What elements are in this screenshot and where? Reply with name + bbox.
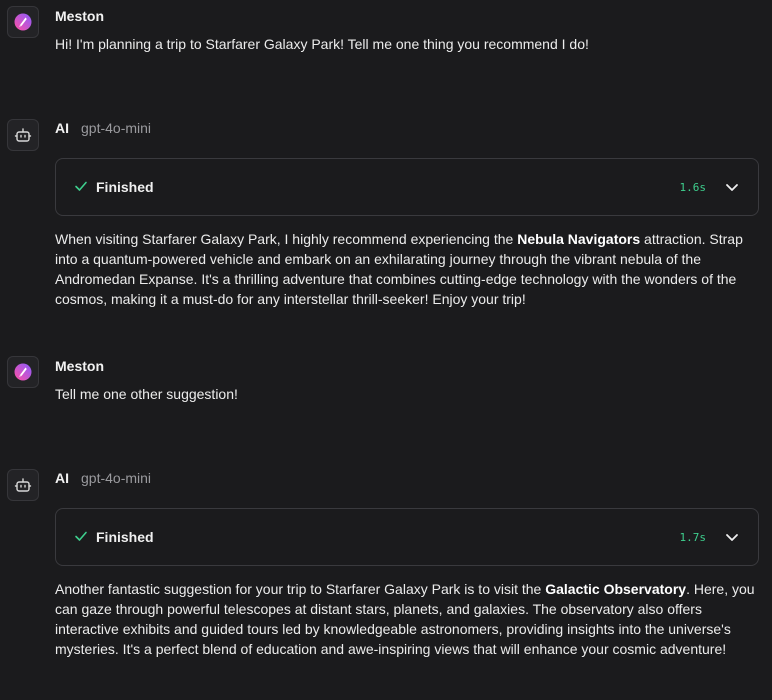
check-icon [75, 181, 87, 191]
message-text: When visiting Starfarer Galaxy Park, I h… [55, 229, 755, 309]
robot-icon [14, 128, 32, 142]
rocket-gradient-icon [14, 363, 32, 381]
model-name: gpt-4o-mini [81, 470, 152, 486]
status-card[interactable]: Finished 1.7s [55, 508, 759, 566]
chat-thread: Meston Hi! I'm planning a trip to Starfa… [0, 0, 772, 700]
sender-name: AI [55, 120, 69, 136]
message-text-part: Another fantastic suggestion for your tr… [55, 581, 546, 597]
message-text: Hi! I'm planning a trip to Starfarer Gal… [55, 36, 589, 52]
ai-avatar [7, 119, 39, 151]
user-avatar [7, 6, 39, 38]
robot-icon [14, 478, 32, 492]
status-label: Finished [96, 529, 154, 545]
message-text: Tell me one other suggestion! [55, 386, 238, 402]
status-card[interactable]: Finished 1.6s [55, 158, 759, 216]
sender-name: Meston [55, 358, 104, 374]
highlight-text: Galactic Observatory [545, 581, 687, 597]
user-avatar [7, 356, 39, 388]
ai-avatar [7, 469, 39, 501]
check-icon [75, 531, 87, 541]
status-label: Finished [96, 179, 154, 195]
chevron-down-icon[interactable] [724, 529, 740, 545]
chevron-down-icon[interactable] [724, 179, 740, 195]
message-text-part: When visiting Starfarer Galaxy Park, I h… [55, 231, 518, 247]
sender-name: AI [55, 470, 69, 486]
sender-name: Meston [55, 8, 104, 24]
message-text: Another fantastic suggestion for your tr… [55, 579, 755, 659]
model-name: gpt-4o-mini [81, 120, 152, 136]
rocket-gradient-icon [14, 13, 32, 31]
highlight-text: Nebula Navigators [517, 231, 641, 247]
duration-label: 1.7s [679, 531, 707, 544]
duration-label: 1.6s [679, 181, 707, 194]
